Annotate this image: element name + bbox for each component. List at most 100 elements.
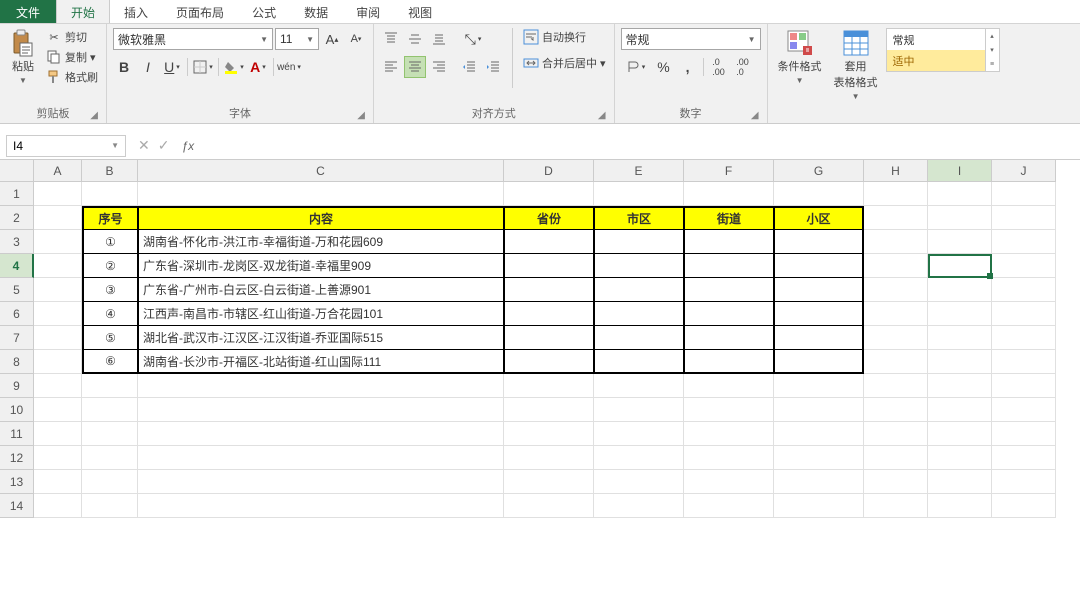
cell[interactable] — [992, 350, 1056, 374]
cell[interactable] — [138, 374, 504, 398]
cell[interactable]: 内容 — [138, 206, 504, 230]
cell[interactable] — [864, 422, 928, 446]
cell[interactable] — [34, 422, 82, 446]
font-size-combo[interactable]: 11▼ — [275, 28, 319, 50]
cell[interactable] — [34, 254, 82, 278]
merge-center-button[interactable]: 合并后居中▾ — [521, 54, 608, 72]
cell[interactable] — [928, 446, 992, 470]
cell[interactable] — [928, 470, 992, 494]
cell[interactable] — [864, 446, 928, 470]
cell[interactable] — [504, 350, 594, 374]
cell[interactable] — [774, 254, 864, 278]
decrease-indent-button[interactable] — [458, 56, 480, 78]
cell[interactable] — [82, 374, 138, 398]
cell[interactable] — [928, 326, 992, 350]
cell[interactable] — [864, 494, 928, 518]
row-header-2[interactable]: 2 — [0, 206, 34, 230]
cell[interactable] — [504, 230, 594, 254]
clipboard-launcher[interactable]: ◢ — [90, 110, 98, 121]
row-header-14[interactable]: 14 — [0, 494, 34, 518]
cell[interactable]: ⑤ — [82, 326, 138, 350]
cell[interactable] — [774, 350, 864, 374]
format-painter-button[interactable]: 格式刷 — [44, 68, 100, 86]
cell[interactable] — [34, 374, 82, 398]
cell[interactable] — [504, 422, 594, 446]
cell[interactable] — [504, 302, 594, 326]
cell[interactable]: 小区 — [774, 206, 864, 230]
increase-font-button[interactable]: A▴ — [321, 28, 343, 50]
cell[interactable] — [992, 398, 1056, 422]
tab-formulas[interactable]: 公式 — [238, 0, 290, 23]
align-top-button[interactable] — [380, 28, 402, 50]
cell[interactable] — [774, 278, 864, 302]
number-launcher[interactable]: ◢ — [751, 110, 759, 121]
row-header-9[interactable]: 9 — [0, 374, 34, 398]
cell[interactable] — [82, 494, 138, 518]
row-header-5[interactable]: 5 — [0, 278, 34, 302]
underline-button[interactable]: U▾ — [161, 56, 183, 78]
column-header-A[interactable]: A — [34, 160, 82, 182]
cell[interactable] — [504, 494, 594, 518]
cell[interactable] — [34, 278, 82, 302]
cell[interactable] — [594, 326, 684, 350]
cell[interactable]: ② — [82, 254, 138, 278]
column-header-G[interactable]: G — [774, 160, 864, 182]
increase-decimal-button[interactable]: .0.00 — [708, 56, 730, 78]
cell[interactable] — [928, 422, 992, 446]
cell[interactable] — [928, 350, 992, 374]
cell[interactable] — [594, 302, 684, 326]
cell[interactable] — [928, 254, 992, 278]
tab-insert[interactable]: 插入 — [110, 0, 162, 23]
cell[interactable] — [864, 254, 928, 278]
cell[interactable]: 序号 — [82, 206, 138, 230]
column-header-C[interactable]: C — [138, 160, 504, 182]
font-name-combo[interactable]: 微软雅黑▼ — [113, 28, 273, 50]
cell[interactable] — [864, 278, 928, 302]
borders-button[interactable]: ▾ — [192, 56, 214, 78]
tab-home[interactable]: 开始 — [56, 0, 110, 23]
cell[interactable] — [82, 182, 138, 206]
cell[interactable] — [138, 470, 504, 494]
row-header-4[interactable]: 4 — [0, 254, 34, 278]
cell[interactable] — [774, 446, 864, 470]
cell[interactable] — [774, 230, 864, 254]
row-header-13[interactable]: 13 — [0, 470, 34, 494]
paste-button[interactable]: 粘贴 ▼ — [6, 28, 40, 87]
column-header-D[interactable]: D — [504, 160, 594, 182]
cell[interactable] — [992, 494, 1056, 518]
cell[interactable] — [864, 206, 928, 230]
align-right-button[interactable] — [428, 56, 450, 78]
cell[interactable] — [864, 182, 928, 206]
cell[interactable] — [864, 230, 928, 254]
cell[interactable]: 街道 — [684, 206, 774, 230]
cell[interactable] — [594, 470, 684, 494]
cell[interactable] — [928, 398, 992, 422]
enter-formula-icon[interactable]: ✓ — [158, 137, 170, 154]
cell-styles-gallery[interactable]: 常规 适中 — [886, 28, 986, 72]
cell[interactable] — [34, 302, 82, 326]
cell[interactable] — [684, 446, 774, 470]
cell[interactable] — [34, 326, 82, 350]
name-box[interactable]: I4▼ — [6, 135, 126, 157]
cell[interactable]: ③ — [82, 278, 138, 302]
cell[interactable] — [684, 254, 774, 278]
tab-page-layout[interactable]: 页面布局 — [162, 0, 238, 23]
select-all-triangle[interactable] — [0, 160, 34, 182]
column-header-E[interactable]: E — [594, 160, 684, 182]
cell[interactable]: 广东省-深圳市-龙岗区-双龙街道-幸福里909 — [138, 254, 504, 278]
cell[interactable] — [774, 374, 864, 398]
style-normal[interactable]: 常规 — [887, 29, 985, 50]
fx-icon[interactable]: ƒx — [181, 139, 202, 153]
cell[interactable] — [82, 398, 138, 422]
cell[interactable] — [82, 422, 138, 446]
font-launcher[interactable]: ◢ — [357, 110, 365, 121]
cell[interactable] — [504, 182, 594, 206]
cell[interactable]: 湖南省-怀化市-洪江市-幸福街道-万和花园609 — [138, 230, 504, 254]
cell[interactable] — [594, 182, 684, 206]
column-header-I[interactable]: I — [928, 160, 992, 182]
fill-color-button[interactable]: ▾ — [223, 56, 245, 78]
cell[interactable] — [992, 206, 1056, 230]
cell[interactable]: ④ — [82, 302, 138, 326]
accounting-format-button[interactable]: ▾ — [621, 56, 651, 78]
cell[interactable] — [774, 422, 864, 446]
